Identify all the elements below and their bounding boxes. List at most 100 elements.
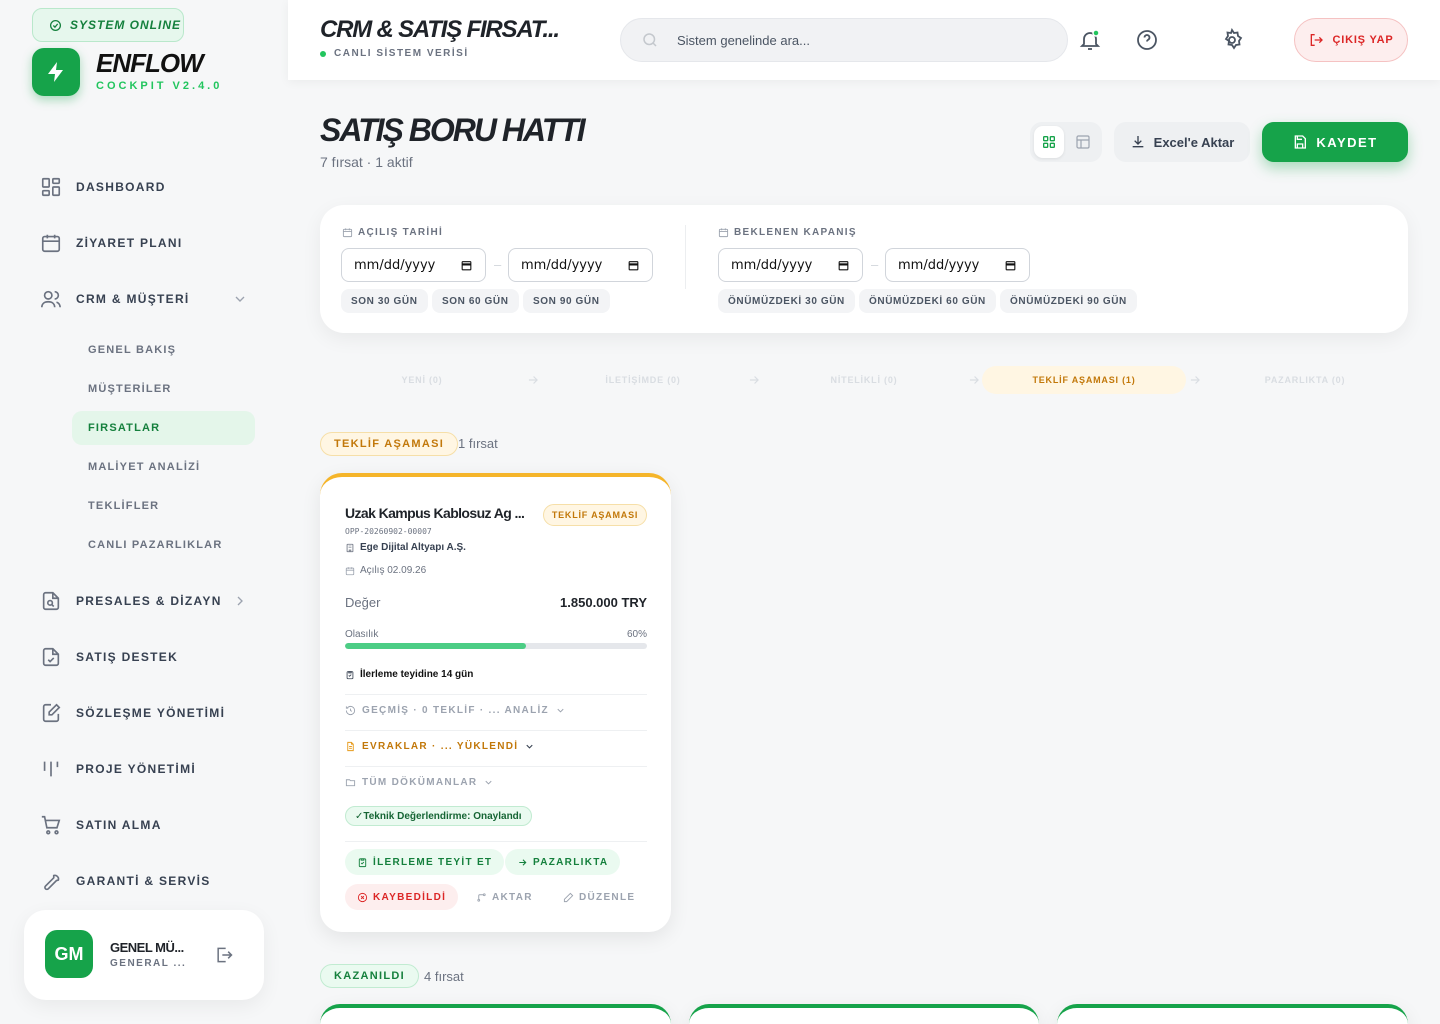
logo[interactable] [32,48,80,96]
stage-negotiation[interactable]: PAZARLIKTA (0) [1203,366,1407,394]
system-status-badge: SYSTEM ONLINE [32,8,184,42]
lightning-icon [48,62,63,82]
stage-contacted[interactable]: İLETİŞİMDE (0) [541,366,745,394]
closing-date-to[interactable]: mm/dd/yyyy [885,248,1030,282]
export-label: Excel'e Aktar [1153,134,1235,150]
header-subtitle-text: CANLI SİSTEM VERİSİ [334,48,469,59]
sidebar: SYSTEM ONLINE ENFLOW COCKPIT V2.4.0 DASH… [0,0,288,1024]
arrow-right-icon [749,376,759,384]
file-edit-icon [42,703,61,723]
quick-filter-last-60[interactable]: SON 60 GÜN [432,289,519,313]
quick-filter-next-90[interactable]: ÖNÜMÜZDEKİ 90 GÜN [1000,289,1137,313]
nav-crm[interactable]: CRM & MÜŞTERİ [32,279,256,319]
search-input[interactable]: Sistem genelinde ara... [677,33,810,48]
nav-projects[interactable]: PROJE YÖNETİMİ [32,749,256,789]
divider [345,730,647,731]
sub-nav-offers[interactable]: TEKLİFLER [72,489,255,523]
export-excel-button[interactable]: Excel'e Aktar [1114,122,1250,162]
arrow-right-icon [969,376,979,384]
quick-filter-next-30[interactable]: ÖNÜMÜZDEKİ 30 GÜN [718,289,855,313]
wrench-icon [44,874,60,891]
quick-filter-last-90[interactable]: SON 90 GÜN [523,289,610,313]
followup-text: İlerleme teyidine 14 gün [360,669,474,680]
sub-nav-live-negotiations[interactable]: CANLI PAZARLIKLAR [72,528,255,562]
calendar-picker-icon[interactable] [1004,259,1017,272]
opening-date-label-text: AÇILIŞ TARİHİ [358,227,444,238]
save-button[interactable]: KAYDET [1262,122,1408,162]
nav-warranty[interactable]: GARANTİ & SERVİS [32,861,256,901]
calendar-picker-icon[interactable] [627,259,640,272]
date-filter-panel: AÇILIŞ TARİHİ mm/dd/yyyy – mm/dd/yyyy SO… [320,205,1408,333]
logout-icon[interactable] [214,945,234,965]
logout-button[interactable]: ÇIKIŞ YAP [1294,18,1408,62]
opening-date-from[interactable]: mm/dd/yyyy [341,248,486,282]
file-check-icon [42,647,60,667]
sub-nav-opportunities[interactable]: FIRSATLAR [72,411,255,445]
user-card[interactable]: GM GENEL MÜ... GENERAL ... [24,910,264,1000]
company-row: Ege Dijital Altyapı A.Ş. [345,542,466,553]
check-circle-icon [49,19,62,31]
table-icon [1076,135,1090,149]
bell-icon[interactable] [1078,28,1102,52]
mark-lost-button[interactable]: KAYBEDİLDİ [345,884,459,910]
history-toggle[interactable]: GEÇMİŞ · 0 TEKLİF · ... ANALİZ [345,705,566,716]
opportunity-card[interactable] [320,1004,671,1024]
opportunity-card[interactable] [1057,1004,1408,1024]
confirm-progress-button[interactable]: İLERLEME TEYİT ET [345,849,505,875]
kanban-icon [43,761,59,777]
opportunity-card[interactable]: Uzak Kampus Kablosuz Ag ... TEKLİF AŞAMA… [320,473,671,932]
opened-date: Açılış 02.09.26 [360,565,427,576]
followup-row: İlerleme teyidine 14 gün [345,669,473,680]
opening-date-label: AÇILIŞ TARİHİ [342,227,443,238]
range-separator: – [494,257,502,272]
nav-sales-support[interactable]: SATIŞ DESTEK [32,637,256,677]
stage-new[interactable]: YENİ (0) [320,366,524,394]
opportunity-card[interactable] [689,1004,1039,1024]
opened-row: Açılış 02.09.26 [345,565,426,576]
date-placeholder: mm/dd/yyyy [521,257,603,273]
closing-date-from[interactable]: mm/dd/yyyy [718,248,863,282]
header-title: CRM & SATIŞ FIRSAT... [320,16,560,43]
tech-evaluation-tag: ✓Teknik Değerlendirme: Onaylandı [345,806,532,826]
probability-value: 60% [626,629,647,640]
table-view-button[interactable] [1068,126,1098,158]
nav-visit-plan[interactable]: ZİYARET PLANI [32,223,256,263]
dashboard-icon [41,177,61,197]
quick-filter-last-30[interactable]: SON 30 GÜN [341,289,428,313]
clipboard-check-icon [358,857,367,867]
all-documents-toggle[interactable]: TÜM DÖKÜMANLAR [345,777,494,788]
nav-presales[interactable]: PRESALES & DİZAYN [32,581,256,621]
page-title: SATIŞ BORU HATTI [320,112,586,148]
nav-contracts[interactable]: SÖZLEŞME YÖNETİMİ [32,693,256,733]
move-to-negotiation-button[interactable]: PAZARLIKTA [505,849,621,875]
group-count-proposal: 1 fırsat [458,436,498,451]
sub-nav-cost-analysis[interactable]: MALİYET ANALİZİ [72,450,255,484]
calendar-icon [345,566,355,575]
opening-date-to[interactable]: mm/dd/yyyy [508,248,653,282]
chevron-right-icon [237,596,243,606]
calendar-picker-icon[interactable] [837,259,850,272]
grid-view-button[interactable] [1034,126,1064,158]
nav-label: PROJE YÖNETİMİ [76,762,197,776]
transfer-label: AKTAR [492,891,533,903]
gear-icon[interactable] [1220,28,1244,52]
stage-proposal[interactable]: TEKLİF AŞAMASI (1) [982,366,1186,394]
sub-nav-customers[interactable]: MÜŞTERİLER [72,372,255,406]
quick-filter-next-60[interactable]: ÖNÜMÜZDEKİ 60 GÜN [859,289,996,313]
documents-toggle[interactable]: EVRAKLAR · ... YÜKLENDİ [345,741,535,752]
transfer-button[interactable]: AKTAR [464,884,545,910]
global-search[interactable]: Sistem genelinde ara... [620,18,1068,62]
opportunity-title[interactable]: Uzak Kampus Kablosuz Ag ... [345,505,531,521]
calendar-picker-icon[interactable] [460,259,473,272]
edit-button[interactable]: DÜZENLE [551,884,647,910]
nav-label: SATIN ALMA [76,818,162,832]
stage-qualified[interactable]: NİTELİKLİ (0) [762,366,966,394]
nav-purchasing[interactable]: SATIN ALMA [32,805,256,845]
help-icon[interactable] [1135,28,1159,52]
system-status-text: SYSTEM ONLINE [70,18,182,32]
documents-label: EVRAKLAR · ... YÜKLENDİ [362,741,519,752]
divider [345,841,647,842]
sub-nav-overview[interactable]: GENEL BAKIŞ [72,333,255,367]
chevron-down-icon [526,744,534,749]
nav-dashboard[interactable]: DASHBOARD [32,167,256,207]
